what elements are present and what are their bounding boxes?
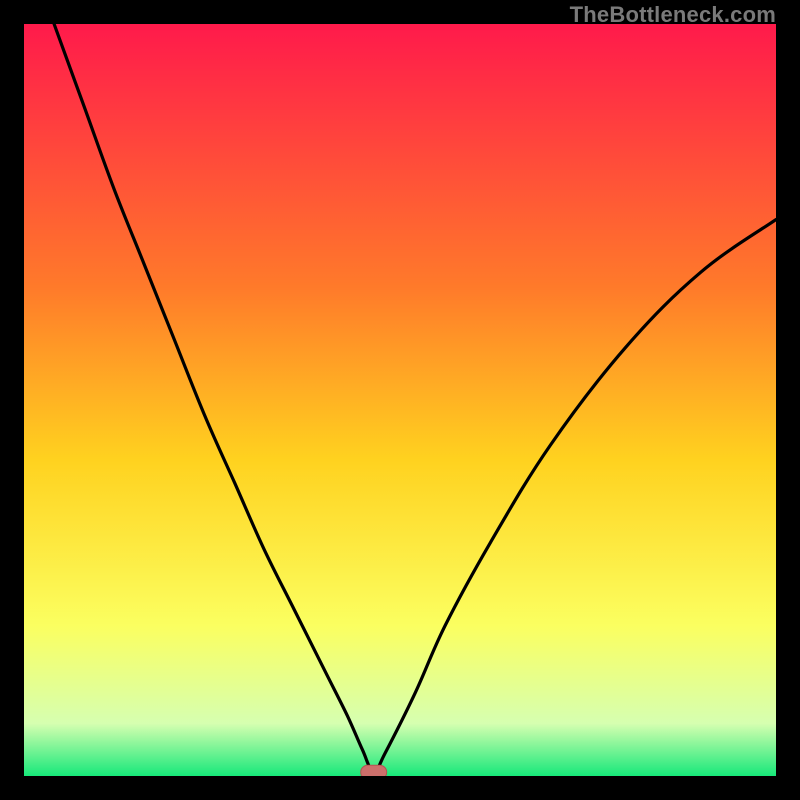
gradient-background — [24, 24, 776, 776]
chart-frame: TheBottleneck.com — [0, 0, 800, 800]
bottleneck-chart — [24, 24, 776, 776]
optimal-point-marker — [361, 765, 387, 776]
